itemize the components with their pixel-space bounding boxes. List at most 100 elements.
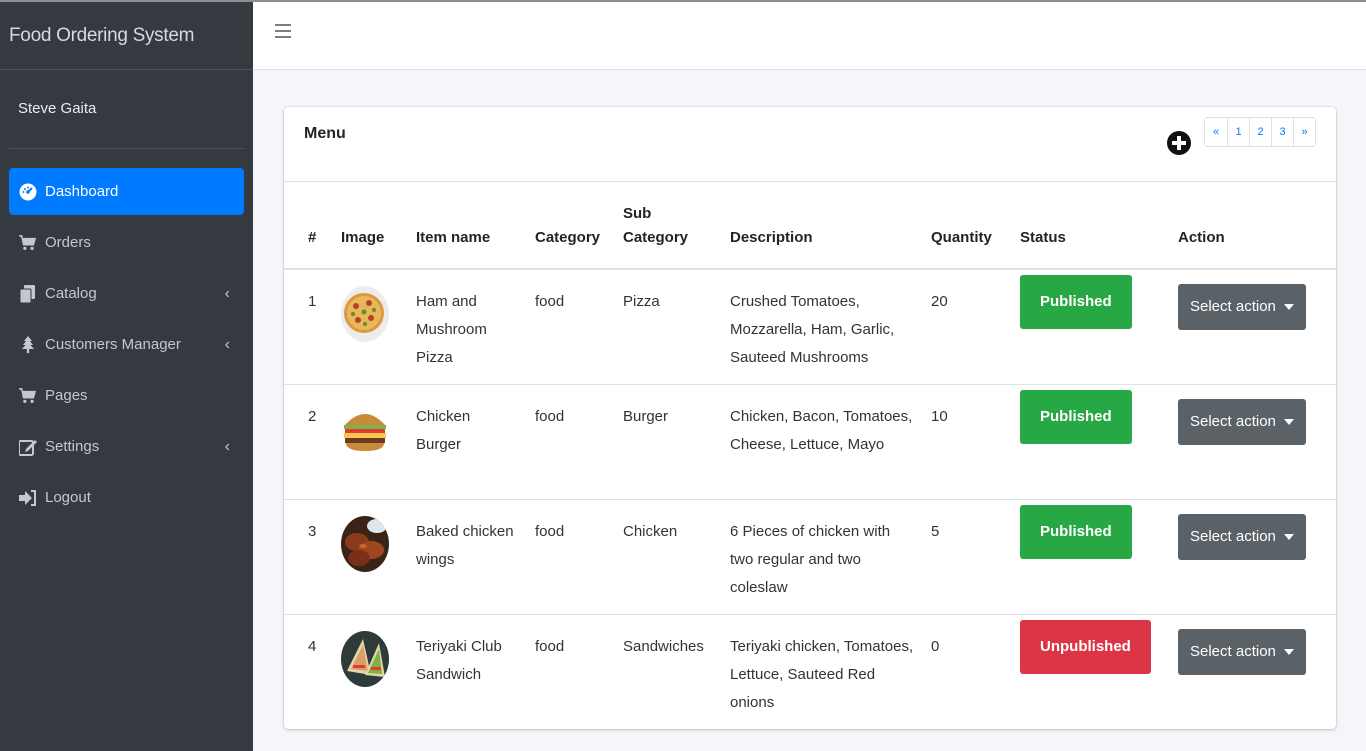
col-header-sub-line2: Category (623, 229, 689, 246)
col-header-item-name: Item name (408, 182, 527, 270)
status-badge: Published (1020, 275, 1132, 329)
row-image-cell (333, 613, 408, 729)
pagination-prev[interactable]: « (1205, 118, 1227, 146)
col-header-image: Image (333, 182, 408, 270)
sidebar-item-customers-manager[interactable]: Customers Manager ‹ (9, 321, 244, 368)
card-header: Menu « 1 2 3 » (284, 107, 1336, 182)
row-item-name: Teriyaki Club Sandwich (408, 613, 527, 729)
row-item-name: Baked chicken wings (408, 498, 527, 614)
chevron-left-icon: ‹ (224, 335, 230, 353)
row-item-name: Chicken Burger (408, 383, 527, 499)
col-header-num: # (284, 182, 333, 270)
chicken-wings-image (341, 515, 389, 572)
row-category: food (527, 498, 615, 614)
select-action-button[interactable]: Select action (1178, 513, 1306, 560)
menu-toggle-icon[interactable] (275, 24, 291, 38)
sidebar-item-label: Customers Manager (45, 336, 181, 353)
pagination-page-2[interactable]: 2 (1249, 118, 1271, 146)
row-item-name: Ham and Mushroom Pizza (408, 268, 527, 384)
sidebar-item-label: Catalog (45, 285, 97, 302)
select-action-button[interactable]: Select action (1178, 284, 1306, 330)
row-quantity: 10 (923, 383, 1012, 499)
col-header-quantity: Quantity (923, 182, 1012, 270)
user-name[interactable]: Steve Gaita (18, 100, 96, 117)
select-action-label: Select action (1190, 412, 1276, 430)
row-description: Teriyaki chicken, Tomatoes, Lettuce, Sau… (722, 613, 923, 729)
sidebar-item-dashboard[interactable]: Dashboard (9, 168, 244, 215)
select-action-button[interactable]: Select action (1178, 628, 1306, 675)
select-action-button[interactable]: Select action (1178, 398, 1306, 445)
sidebar-item-logout[interactable]: Logout (9, 474, 244, 521)
row-action-cell: Select action (1170, 268, 1336, 384)
chevron-left-icon: ‹ (224, 437, 230, 455)
table-header-row: # Image Item name Category Sub Category D… (284, 182, 1336, 270)
row-description: Crushed Tomatoes, Mozzarella, Ham, Garli… (722, 268, 923, 384)
sidebar-item-label: Orders (45, 234, 91, 251)
add-item-icon[interactable] (1167, 131, 1191, 155)
status-badge: Published (1020, 504, 1132, 559)
burger-image (341, 400, 389, 457)
pagination-page-3[interactable]: 3 (1271, 118, 1293, 146)
pagination-page-1[interactable]: 1 (1227, 118, 1249, 146)
row-image-cell (333, 383, 408, 499)
sidebar-item-settings[interactable]: Settings ‹ (9, 423, 244, 470)
row-category: food (527, 613, 615, 729)
brand-link[interactable]: Food Ordering System (0, 0, 253, 70)
status-badge: Published (1020, 389, 1132, 444)
col-header-sub-line1: Sub (623, 205, 652, 222)
dashboard-icon (19, 183, 37, 201)
brand-title: Food Ordering System (9, 24, 195, 46)
col-header-sub-category: Sub Category (615, 182, 722, 270)
select-action-label: Select action (1190, 642, 1276, 660)
edit-icon (19, 438, 37, 456)
row-status-cell: Published (1012, 383, 1170, 499)
row-status-cell: Unpublished (1012, 613, 1170, 729)
row-action-cell: Select action (1170, 613, 1336, 729)
row-sub-category: Burger (615, 383, 722, 499)
row-quantity: 5 (923, 498, 1012, 614)
row-sub-category: Pizza (615, 268, 722, 384)
chevron-left-icon: ‹ (224, 284, 230, 302)
pagination-next[interactable]: » (1293, 118, 1315, 146)
sign-out-icon (19, 489, 37, 507)
sidebar: Food Ordering System Steve Gaita Dashboa… (0, 0, 253, 751)
row-sub-category: Sandwiches (615, 613, 722, 729)
row-num: 2 (284, 383, 333, 499)
row-image-cell (333, 498, 408, 614)
sandwich-image (341, 630, 389, 687)
top-navbar (253, 0, 1366, 70)
sidebar-item-label: Logout (45, 489, 91, 506)
col-header-description: Description (722, 182, 923, 270)
card-title: Menu (304, 125, 346, 142)
sidebar-item-orders[interactable]: Orders (9, 219, 244, 266)
user-panel: Steve Gaita (9, 70, 244, 149)
row-status-cell: Published (1012, 268, 1170, 384)
sidebar-item-label: Dashboard (45, 183, 119, 200)
select-action-label: Select action (1190, 298, 1276, 315)
row-description: Chicken, Bacon, Tomatoes, Cheese, Lettuc… (722, 383, 923, 499)
table-row: 2 Chicken Burger food Burger Chicken, Ba… (284, 383, 1336, 499)
row-description: 6 Pieces of chicken with two regular and… (722, 498, 923, 614)
sidebar-nav: Dashboard Orders Catalog ‹ Customers Man… (0, 149, 253, 521)
row-quantity: 0 (923, 613, 1012, 729)
sidebar-item-catalog[interactable]: Catalog ‹ (9, 270, 244, 317)
row-category: food (527, 383, 615, 499)
row-num: 4 (284, 613, 333, 729)
pizza-image (341, 286, 389, 342)
row-category: food (527, 268, 615, 384)
caret-down-icon (1283, 418, 1294, 425)
tree-icon (19, 335, 37, 354)
col-header-action: Action (1170, 182, 1336, 270)
row-quantity: 20 (923, 268, 1012, 384)
row-action-cell: Select action (1170, 498, 1336, 614)
caret-down-icon (1283, 304, 1294, 310)
table-row: 3 Baked chicken wings food Chicken 6 Pie… (284, 498, 1336, 614)
table-row: 1 Ham and Mushroom Pizza food Pizza Crus… (284, 268, 1336, 384)
cart-icon (19, 387, 37, 405)
col-header-category: Category (527, 182, 615, 270)
cart-icon (19, 234, 37, 252)
sidebar-item-pages[interactable]: Pages (9, 372, 244, 419)
row-action-cell: Select action (1170, 383, 1336, 499)
caret-down-icon (1283, 533, 1294, 540)
col-header-status: Status (1012, 182, 1170, 270)
